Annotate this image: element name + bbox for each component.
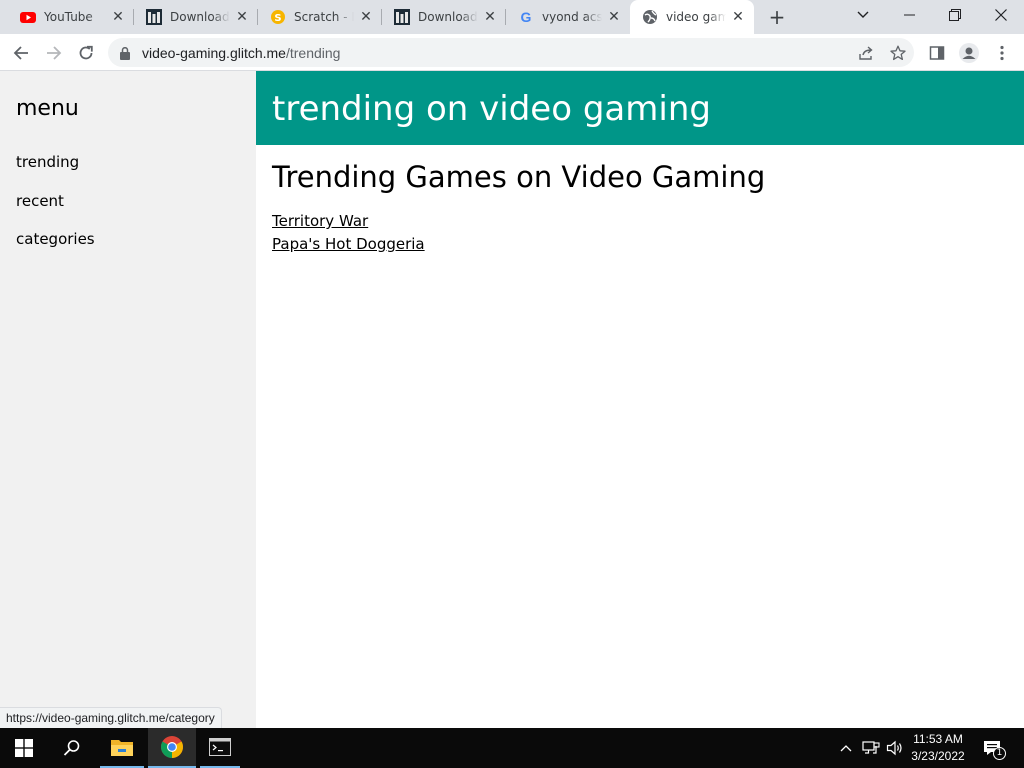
chevron-up-icon[interactable] [836, 738, 856, 758]
tab-google-search[interactable]: G vyond acs u ✕ [506, 0, 630, 34]
close-tab-icon[interactable]: ✕ [482, 9, 498, 25]
close-window-button[interactable] [978, 0, 1024, 30]
url-host: video-gaming.glitch.me [142, 45, 286, 61]
tab-title: Scratch - Im [294, 10, 354, 24]
google-icon: G [518, 9, 534, 25]
back-button[interactable] [7, 39, 35, 67]
tab-video-gaming[interactable]: video gaming ✕ [630, 0, 754, 34]
new-tab-button[interactable]: + [766, 7, 788, 29]
screen: YouTube ✕ Download Wi ✕ S Scratch - Im ✕… [0, 0, 1024, 768]
restore-icon [949, 9, 961, 21]
taskbar-terminal[interactable] [200, 728, 240, 768]
taskbar-file-explorer[interactable] [100, 728, 144, 768]
clock-date: 3/23/2022 [911, 749, 965, 763]
game-link-papas-hot-doggeria[interactable]: Papa's Hot Doggeria [272, 235, 425, 253]
tab-download-2[interactable]: Download Wi ✕ [382, 0, 506, 34]
sidebar-menu: menu trending recent categories [0, 71, 256, 728]
tab-title: Download Wi [418, 10, 478, 24]
tab-title: vyond acs u [542, 10, 602, 24]
side-panel-icon [929, 46, 945, 60]
svg-text:S: S [274, 13, 281, 24]
bookmark-star-icon[interactable] [888, 43, 908, 63]
taskbar-chrome[interactable] [148, 728, 196, 768]
url-text: video-gaming.glitch.me/trending [142, 45, 340, 61]
status-bubble: https://video-gaming.glitch.me/category [0, 707, 222, 728]
globe-icon [642, 9, 658, 25]
search-icon [63, 740, 80, 756]
close-tab-icon[interactable]: ✕ [606, 9, 622, 25]
tab-download-1[interactable]: Download Wi ✕ [134, 0, 258, 34]
share-icon[interactable] [856, 43, 876, 63]
minimize-icon [903, 14, 915, 16]
side-panel-button[interactable] [923, 39, 951, 67]
tab-youtube[interactable]: YouTube ✕ [8, 0, 134, 34]
avatar-icon [959, 43, 979, 63]
close-tab-icon[interactable]: ✕ [110, 9, 126, 25]
download-site-icon [394, 9, 410, 25]
scratch-icon: S [270, 9, 286, 25]
start-button[interactable] [0, 728, 48, 768]
url-path: /trending [285, 45, 341, 61]
page-header-title: trending on video gaming [272, 89, 711, 129]
forward-button[interactable] [40, 39, 68, 67]
restore-button[interactable] [932, 0, 978, 30]
close-tab-icon[interactable]: ✕ [234, 9, 250, 25]
notification-count-badge: 1 [993, 747, 1006, 760]
menu-title: menu [16, 96, 79, 121]
folder-icon [111, 740, 133, 756]
svg-text:G: G [521, 9, 532, 25]
download-site-icon [146, 9, 162, 25]
clock-time: 11:53 AM [913, 732, 963, 746]
close-tab-icon[interactable]: ✕ [730, 9, 746, 25]
search-button[interactable] [48, 728, 96, 768]
minimize-button[interactable] [886, 0, 932, 30]
game-link-territory-war[interactable]: Territory War [272, 212, 368, 230]
taskbar: 11:53 AM 3/23/2022 1 [0, 728, 1024, 768]
sidebar-item-trending[interactable]: trending [16, 153, 79, 171]
reload-icon [79, 45, 93, 60]
tab-strip: YouTube ✕ Download Wi ✕ S Scratch - Im ✕… [0, 0, 1024, 34]
chrome-icon [161, 736, 183, 758]
action-center-button[interactable]: 1 [982, 738, 1006, 760]
tab-title: Download Wi [170, 10, 230, 24]
reload-button[interactable] [72, 39, 100, 67]
tab-title: YouTube [44, 10, 93, 24]
browser-toolbar: video-gaming.glitch.me/trending [0, 34, 1024, 71]
arrow-right-icon [47, 46, 62, 60]
profile-button[interactable] [955, 39, 983, 67]
tab-title: video gaming [666, 10, 726, 24]
address-bar[interactable]: video-gaming.glitch.me/trending [108, 38, 914, 67]
tab-search-button[interactable] [840, 0, 886, 30]
lock-icon[interactable] [120, 45, 130, 64]
chrome-menu-button[interactable] [988, 39, 1016, 67]
network-icon[interactable] [861, 738, 881, 758]
close-icon [995, 9, 1007, 21]
page-header: trending on video gaming [256, 71, 1024, 145]
youtube-icon [20, 9, 36, 25]
more-vert-icon [1000, 45, 1004, 61]
tab-scratch[interactable]: S Scratch - Im ✕ [258, 0, 382, 34]
arrow-left-icon [13, 46, 28, 60]
terminal-icon [209, 738, 231, 756]
windows-logo-icon [15, 739, 33, 757]
close-tab-icon[interactable]: ✕ [358, 9, 374, 25]
sidebar-item-recent[interactable]: recent [16, 192, 64, 210]
chevron-down-icon [857, 11, 869, 18]
sidebar-item-categories[interactable]: categories [16, 230, 95, 248]
system-clock[interactable]: 11:53 AM 3/23/2022 [902, 731, 974, 765]
page-title: Trending Games on Video Gaming [272, 160, 766, 194]
